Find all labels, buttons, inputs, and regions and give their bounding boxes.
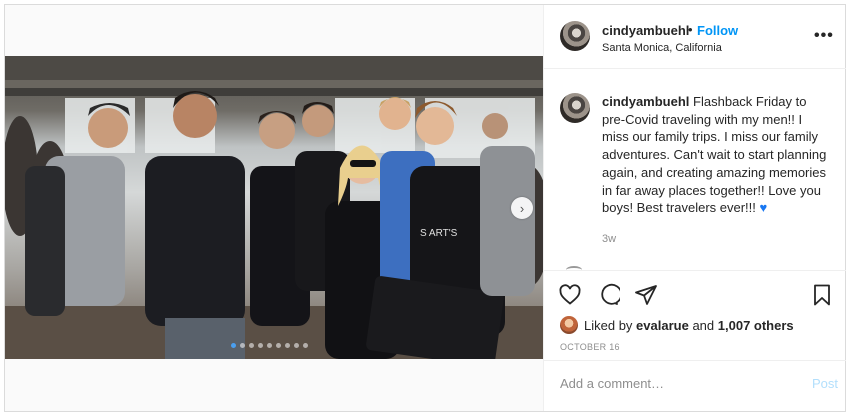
next-photo-button[interactable]: › [511,197,533,219]
carousel-dot [258,343,263,348]
follow-button[interactable]: Follow [697,23,738,38]
caption-time: 3w [602,233,617,245]
post-header: cindyambuehl • Follow Santa Monica, Cali… [544,5,846,69]
carousel-dot [276,343,281,348]
caption-text: cindyambuehl Flashback Friday to pre-Cov… [602,93,832,217]
caption-body: Flashback Friday to pre-Covid traveling … [602,94,827,216]
carousel-dots [231,343,308,348]
likes-connector: and [692,317,715,333]
save-bookmark-icon[interactable] [810,283,834,307]
caption-area: cindyambuehl Flashback Friday to pre-Cov… [544,70,846,270]
likes-summary: Liked by evalarue and 1,007 others [560,316,794,334]
carousel-dot [240,343,245,348]
comment-bar: Add a comment… Post [544,360,846,411]
chevron-right-icon: › [519,200,525,216]
comment-icon[interactable] [596,283,620,307]
like-heart-icon[interactable] [558,283,582,307]
post-panel: cindyambuehl • Follow Santa Monica, Cali… [543,5,846,411]
carousel-dot [285,343,290,348]
header-username[interactable]: cindyambuehl [602,23,689,38]
post-frame: S ART'S › cindyambuehl • Follow Santa Mo… [4,4,846,412]
photo-scene: S ART'S [5,56,543,359]
blue-heart-icon: ♥ [759,200,768,216]
likes-prefix: Liked by [584,317,633,333]
post-photo[interactable]: S ART'S › [5,56,543,359]
liker-avatar[interactable] [560,316,578,334]
media-area: S ART'S › [5,5,543,411]
carousel-dot [294,343,299,348]
liker-username[interactable]: evalarue [636,318,689,333]
post-date: OCTOBER 16 [560,342,620,352]
svg-text:S ART'S: S ART'S [420,228,458,239]
carousel-dot [267,343,272,348]
avatar[interactable] [560,21,590,51]
caption-username[interactable]: cindyambuehl [602,94,689,109]
carousel-dot [231,343,236,348]
separator-dot: • [688,22,693,37]
location-link[interactable]: Santa Monica, California [602,42,722,54]
share-icon[interactable] [634,283,658,307]
likes-others-link[interactable]: 1,007 others [718,318,794,333]
post-comment-button[interactable]: Post [812,376,838,391]
caption-avatar[interactable] [560,93,590,123]
more-options-icon[interactable]: ••• [814,27,834,45]
comment-input[interactable]: Add a comment… [560,376,780,391]
carousel-dot [249,343,254,348]
carousel-dot [303,343,308,348]
